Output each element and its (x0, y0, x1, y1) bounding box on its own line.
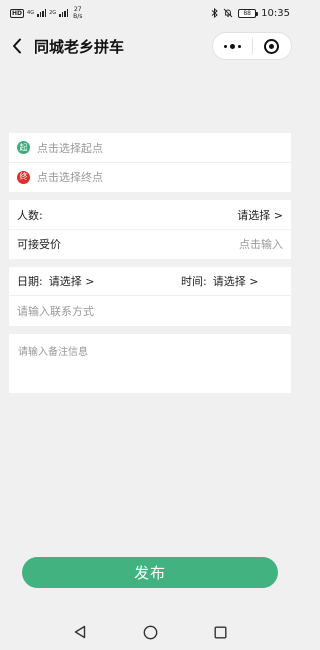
close-mini-program-button[interactable] (253, 33, 292, 59)
contact-placeholder: 请输入联系方式 (17, 305, 94, 318)
net-speed-unit: B/s (73, 13, 83, 20)
circle-home-icon (143, 625, 157, 639)
price-input[interactable]: 点击输入 (239, 236, 283, 252)
net-speed-value: 27 (73, 6, 82, 13)
bell-off-icon (223, 8, 233, 18)
target-circle-icon (264, 38, 280, 54)
start-point-selector[interactable]: 起 点击选择起点 (9, 133, 291, 162)
battery-level: 88 (243, 9, 251, 17)
more-dots-icon (223, 43, 241, 49)
signal-icon (37, 9, 47, 17)
time-picker[interactable]: 时间: 请选择 > (181, 273, 258, 289)
passenger-info-card: 人数: 请选择 > 可接受价 点击输入 (9, 200, 291, 259)
battery-icon: 88 (238, 8, 259, 18)
network-type-2: 2G (49, 10, 57, 16)
system-back-button[interactable] (70, 622, 90, 642)
date-label: 日期: (17, 275, 43, 288)
system-recent-button[interactable] (210, 622, 230, 642)
remark-textarea[interactable]: 请输入备注信息 (9, 334, 291, 393)
chevron-left-icon (13, 38, 21, 54)
back-button[interactable] (2, 26, 32, 66)
bluetooth-icon (211, 8, 218, 18)
page-title: 同城老乡拼车 (34, 37, 125, 56)
nav-bar: 同城老乡拼车 (0, 26, 300, 66)
end-point-placeholder: 点击选择终点 (37, 171, 103, 184)
price-row: 可接受价 点击输入 (9, 229, 291, 258)
date-value: 请选择 > (48, 275, 95, 288)
end-point-selector[interactable]: 终 点击选择终点 (9, 162, 291, 191)
status-right: 88 10:35 (211, 8, 290, 19)
publish-button[interactable]: 发布 (22, 557, 278, 588)
triangle-back-icon (74, 625, 86, 639)
people-count-row[interactable]: 人数: 请选择 > (9, 200, 291, 229)
net-speed: 27 B/s (73, 6, 82, 20)
end-badge: 终 (17, 170, 30, 184)
more-button[interactable] (213, 33, 252, 59)
status-bar: HD 4G 2G 27 B/s 88 10:35 (0, 0, 300, 26)
start-badge: 起 (17, 141, 30, 154)
price-label: 可接受价 (17, 238, 61, 251)
date-picker[interactable]: 日期: 请选择 > (17, 273, 181, 289)
contact-input[interactable]: 请输入联系方式 (9, 296, 291, 326)
date-time-row: 日期: 请选择 > 时间: 请选择 > (9, 267, 291, 296)
clock: 10:35 (261, 7, 290, 19)
system-home-button[interactable] (140, 622, 160, 642)
people-count-picker[interactable]: 请选择 > (237, 207, 283, 223)
time-label: 时间: (181, 275, 207, 288)
signal-icon (59, 9, 69, 17)
system-navigation-bar (0, 614, 300, 650)
network-type-1: 4G (27, 10, 35, 16)
route-card: 起 点击选择起点 终 点击选择终点 (9, 133, 291, 192)
mini-program-capsule (212, 32, 292, 60)
status-left: HD 4G 2G 27 B/s (10, 6, 82, 20)
hd-badge: HD (10, 8, 25, 18)
start-point-placeholder: 点击选择起点 (37, 141, 103, 155)
square-recent-icon (214, 626, 227, 639)
schedule-card: 日期: 请选择 > 时间: 请选择 > 请输入联系方式 (9, 267, 291, 326)
people-count-label: 人数: (17, 208, 43, 222)
time-value: 请选择 > (212, 275, 259, 288)
remark-placeholder: 请输入备注信息 (18, 347, 88, 358)
